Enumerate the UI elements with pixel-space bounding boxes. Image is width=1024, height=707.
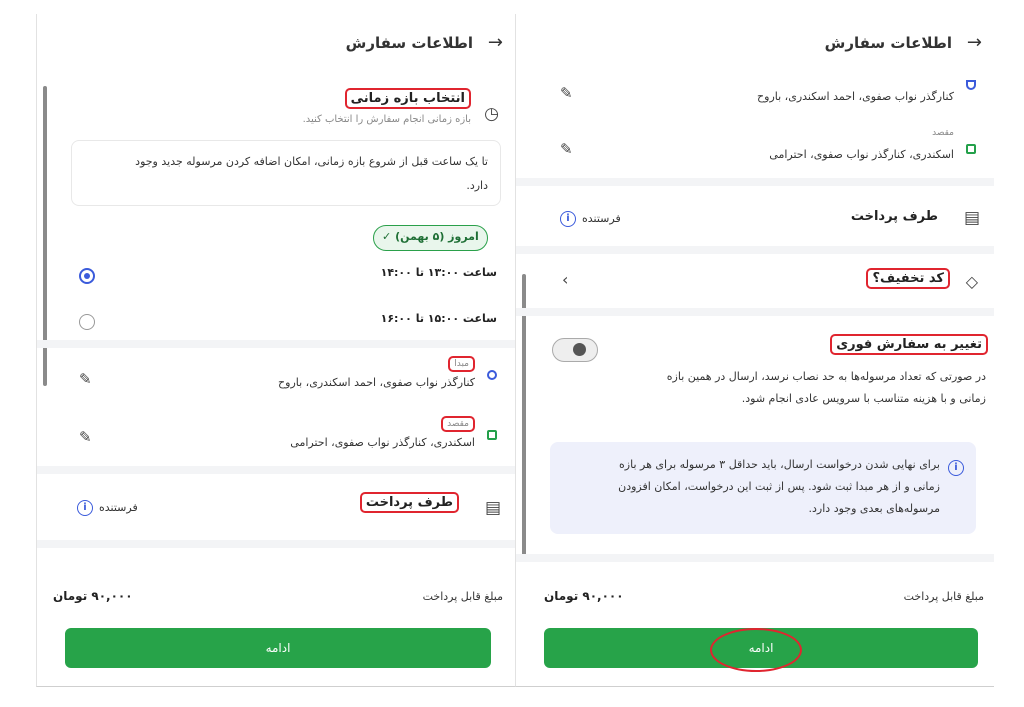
instant-order-toggle[interactable] [552, 338, 598, 362]
time-section-title: انتخاب بازه زمانی [344, 88, 471, 109]
slot-label: ساعت ۱۳:۰۰ تا ۱۴:۰۰ [380, 266, 497, 279]
total-row: مبلغ قابل پرداخت ۹۰,۰۰۰ تومان [37, 584, 515, 612]
back-arrow-icon[interactable]: → [967, 32, 982, 53]
slot-label: ساعت ۱۵:۰۰ تا ۱۶:۰۰ [380, 312, 497, 325]
header: → اطلاعات سفارش [37, 14, 515, 68]
total-amount: ۹۰,۰۰۰ تومان [53, 589, 133, 603]
total-amount: ۹۰,۰۰۰ تومان [544, 589, 624, 603]
chevron-left-icon[interactable]: ‹ [562, 270, 568, 289]
slot-radio[interactable] [79, 314, 95, 330]
destination-dot-icon [487, 430, 497, 440]
destination-address: اسکندری، کنارگذر نواب صفوی، احترامی [769, 148, 954, 161]
check-icon: ✓ [382, 230, 392, 243]
page-title: اطلاعات سفارش [345, 34, 473, 52]
day-chip[interactable]: امروز (۵ بهمن) ✓ [373, 225, 488, 251]
section-divider [516, 178, 994, 186]
total-label: مبلغ قابل پرداخت [903, 590, 984, 603]
section-divider [37, 466, 515, 474]
page-title: اطلاعات سفارش [824, 34, 952, 52]
section-divider [37, 340, 515, 348]
info-line1: برای نهایی شدن درخواست ارسال، باید حداقل… [619, 458, 940, 471]
edit-pencil-icon[interactable]: ✎ [79, 428, 92, 446]
header: → اطلاعات سفارش [516, 14, 994, 68]
payment-value[interactable]: فرستنده [582, 212, 621, 225]
back-arrow-icon[interactable]: → [488, 32, 503, 53]
time-section-subtitle: بازه زمانی انجام سفارش را انتخاب کنید. [302, 114, 471, 125]
tag-icon: ◇ [965, 272, 978, 291]
destination-label: مقصد [932, 128, 954, 138]
scrollbar[interactable] [522, 274, 526, 560]
credit-card-icon: ▤ [963, 208, 980, 228]
destination-dot-icon [966, 144, 976, 154]
info-icon[interactable]: i [77, 500, 93, 516]
destination-label: مقصد [441, 416, 475, 432]
origin-dot-icon [487, 370, 497, 380]
clock-icon: ◷ [484, 104, 499, 124]
section-divider [516, 246, 994, 254]
section-divider [516, 554, 994, 562]
time-note-line2: دارد. [466, 179, 488, 192]
destination-address: اسکندری، کنارگذر نواب صفوی، احترامی [290, 436, 475, 449]
time-note-line1: تا یک ساعت قبل از شروع بازه زمانی، امکان… [135, 155, 488, 168]
info-box: i برای نهایی شدن درخواست ارسال، باید حدا… [550, 442, 976, 534]
instant-order-title: تغییر به سفارش فوری [830, 334, 988, 355]
order-info-screen-right: → اطلاعات سفارش کنارگذر نواب صفوی، احمد … [515, 14, 994, 687]
origin-dot-icon [966, 80, 976, 90]
info-line3: مرسوله‌های بعدی وجود دارد. [808, 502, 940, 515]
payment-title: طرف پرداخت [359, 492, 459, 513]
edit-pencil-icon[interactable]: ✎ [560, 140, 573, 158]
edit-pencil-icon[interactable]: ✎ [560, 84, 573, 102]
origin-label: مبدا [448, 356, 475, 372]
origin-address: کنارگذر نواب صفوی، احمد اسکندری، باروح [278, 376, 475, 389]
day-chip-label: امروز (۵ بهمن) [395, 230, 479, 243]
total-label: مبلغ قابل پرداخت [422, 590, 503, 603]
info-icon: i [948, 460, 964, 476]
time-note-card: تا یک ساعت قبل از شروع بازه زمانی، امکان… [71, 140, 501, 206]
section-divider [37, 540, 515, 548]
order-info-screen-left: → اطلاعات سفارش ◷ انتخاب بازه زمانی بازه… [36, 14, 515, 687]
credit-card-icon: ▤ [484, 498, 501, 518]
total-row: مبلغ قابل پرداخت ۹۰,۰۰۰ تومان [516, 584, 994, 612]
info-line2: زمانی و از هر مبدا ثبت شود. پس از ثبت ای… [618, 480, 940, 493]
highlight-ring [710, 628, 802, 672]
origin-address: کنارگذر نواب صفوی، احمد اسکندری، باروح [757, 90, 954, 103]
slot-radio-selected[interactable] [79, 268, 95, 284]
info-icon[interactable]: i [560, 211, 576, 227]
section-divider [516, 308, 994, 316]
instant-order-desc-line1: در صورتی که تعداد مرسوله‌ها به حد نصاب ن… [666, 370, 986, 383]
instant-order-desc-line2: زمانی و با هزینه متناسب با سرویس عادی ان… [741, 392, 986, 405]
continue-button[interactable]: ادامه [65, 628, 491, 668]
discount-title[interactable]: کد تخفیف؟ [866, 268, 950, 289]
edit-pencil-icon[interactable]: ✎ [79, 370, 92, 388]
payment-title: طرف پرداخت [850, 209, 938, 224]
payment-value[interactable]: فرستنده [99, 501, 138, 514]
